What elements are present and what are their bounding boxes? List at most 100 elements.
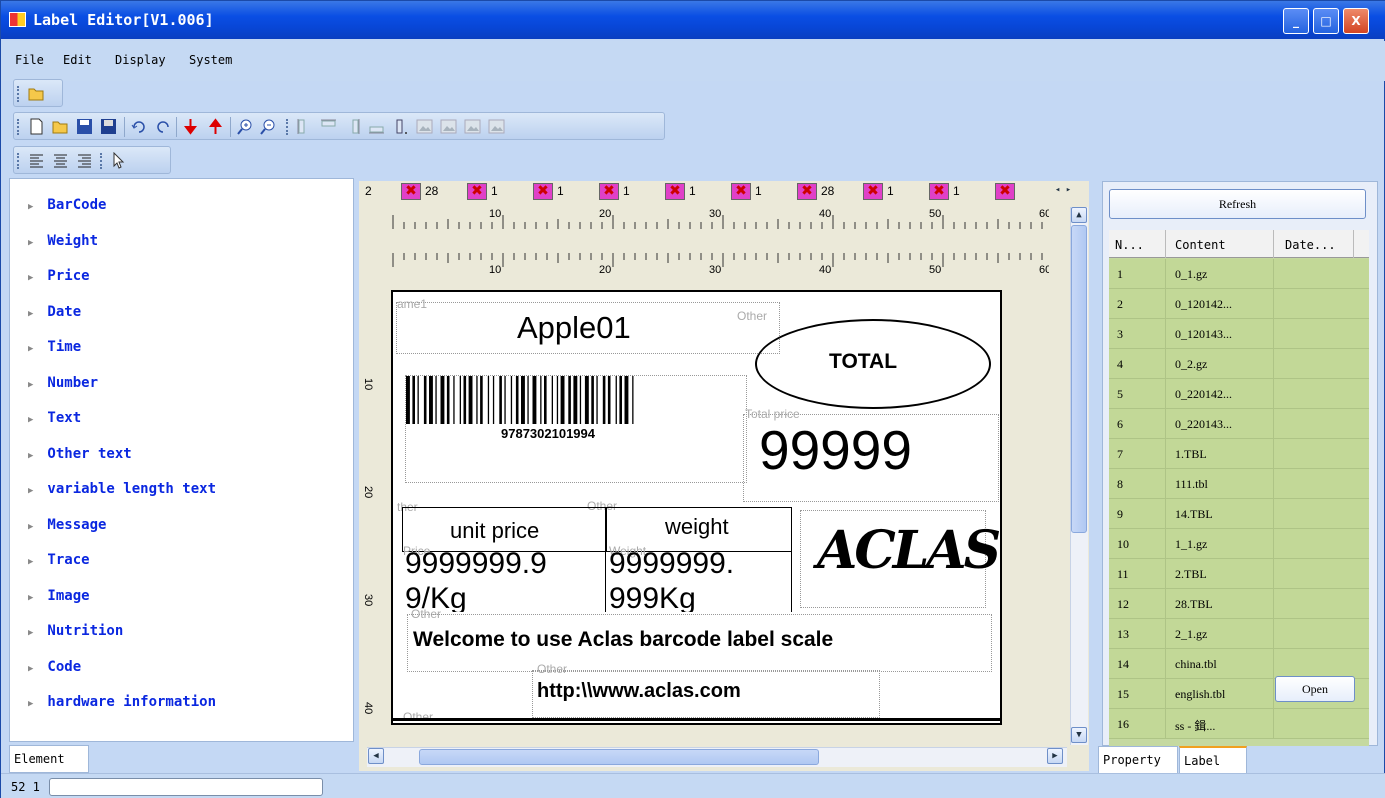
minimize-button[interactable]: _ — [1283, 8, 1309, 34]
expand-arrow-icon[interactable]: ▶ — [28, 202, 33, 212]
expand-arrow-icon[interactable]: ▶ — [28, 238, 33, 248]
close-tab-icon[interactable]: ✖ — [731, 183, 751, 200]
table-row[interactable]: 1 0_1.gz — [1109, 259, 1369, 289]
expand-arrow-icon[interactable]: ▶ — [28, 309, 33, 319]
vscroll-thumb[interactable] — [1071, 225, 1087, 533]
open-folder-icon[interactable] — [52, 118, 69, 135]
tab-element[interactable]: Element — [9, 745, 89, 773]
table-row[interactable]: 4 0_2.gz — [1109, 349, 1369, 379]
close-tab-icon[interactable]: ✖ — [665, 183, 685, 200]
table-row[interactable]: 13 2_1.gz — [1109, 619, 1369, 649]
align-left-icon[interactable] — [296, 118, 313, 135]
element-item[interactable]: ▶ Date — [28, 304, 81, 320]
tab-property[interactable]: Property — [1098, 746, 1178, 774]
new-file-icon[interactable] — [28, 118, 45, 135]
element-item[interactable]: ▶ Text — [28, 410, 81, 426]
label-paper[interactable]: ame1 Apple01 Other TOTAL 9787302101994 T… — [391, 290, 1002, 725]
element-item[interactable]: ▶ Number — [28, 375, 98, 391]
element-item[interactable]: ▶ BarCode — [28, 197, 106, 213]
column-header-content[interactable]: Content — [1175, 238, 1226, 252]
element-item[interactable]: ▶ Weight — [28, 233, 98, 249]
label-tab-number[interactable]: 28 — [425, 184, 438, 198]
text-align-left-icon[interactable] — [28, 152, 45, 169]
label-tab-number[interactable]: 1 — [953, 184, 960, 198]
text-align-right-icon[interactable] — [76, 152, 93, 169]
expand-arrow-icon[interactable]: ▶ — [28, 380, 33, 390]
element-item[interactable]: ▶ variable length text — [28, 481, 216, 497]
table-row[interactable]: 10 1_1.gz — [1109, 529, 1369, 559]
close-button[interactable]: X — [1343, 8, 1369, 34]
menu-display[interactable]: Display — [115, 53, 166, 67]
label-tab-number[interactable]: 1 — [557, 184, 564, 198]
scroll-left-button[interactable]: ◀ — [368, 748, 384, 764]
element-item[interactable]: ▶ Time — [28, 339, 81, 355]
element-item[interactable]: ▶ Price — [28, 268, 90, 284]
table-row[interactable]: 12 28.TBL — [1109, 589, 1369, 619]
expand-arrow-icon[interactable]: ▶ — [28, 344, 33, 354]
label-tab-number[interactable]: 1 — [491, 184, 498, 198]
move-up-icon[interactable] — [207, 118, 224, 135]
title-bar[interactable]: Label Editor[V1.006] _ □ X — [1, 1, 1385, 39]
open-button[interactable]: Open — [1275, 676, 1355, 702]
scroll-down-button[interactable]: ▼ — [1071, 727, 1087, 743]
element-item[interactable]: ▶ Image — [28, 588, 90, 604]
url-text[interactable]: http:\\www.aclas.com — [537, 680, 741, 703]
save-icon[interactable] — [76, 118, 93, 135]
scroll-right-button[interactable]: ▶ — [1047, 748, 1063, 764]
center-horizontal-icon[interactable] — [392, 118, 409, 135]
image-icon[interactable] — [440, 118, 457, 135]
image-icon[interactable] — [416, 118, 433, 135]
scroll-up-button[interactable]: ▲ — [1071, 207, 1087, 223]
expand-arrow-icon[interactable]: ▶ — [28, 699, 33, 709]
table-row[interactable]: 7 1.TBL — [1109, 439, 1369, 469]
element-item[interactable]: ▶ Trace — [28, 552, 90, 568]
close-tab-icon[interactable]: ✖ — [797, 183, 817, 200]
label-tab-number[interactable]: 1 — [623, 184, 630, 198]
align-right-icon[interactable] — [344, 118, 361, 135]
pointer-icon[interactable] — [110, 152, 127, 169]
close-tab-icon[interactable]: ✖ — [995, 183, 1015, 200]
expand-arrow-icon[interactable]: ▶ — [28, 273, 33, 283]
table-row[interactable]: 16 ss - 鍓... — [1109, 709, 1369, 739]
table-row[interactable]: 3 0_120143... — [1109, 319, 1369, 349]
element-item[interactable]: ▶ Other text — [28, 446, 132, 462]
refresh-button[interactable]: Refresh — [1109, 189, 1366, 219]
element-item[interactable]: ▶ Nutrition — [28, 623, 123, 639]
product-name[interactable]: Apple01 — [517, 310, 631, 346]
move-down-icon[interactable] — [182, 118, 199, 135]
total-price-value[interactable]: 99999 — [759, 418, 912, 482]
text-align-center-icon[interactable] — [52, 152, 69, 169]
expand-arrow-icon[interactable]: ▶ — [28, 486, 33, 496]
label-tab-number[interactable]: 28 — [821, 184, 834, 198]
menu-system[interactable]: System — [189, 53, 232, 67]
image-icon[interactable] — [464, 118, 481, 135]
save-as-icon[interactable] — [100, 118, 117, 135]
table-row[interactable]: 6 0_220143... — [1109, 409, 1369, 439]
expand-arrow-icon[interactable]: ▶ — [28, 593, 33, 603]
close-tab-icon[interactable]: ✖ — [863, 183, 883, 200]
table-row[interactable]: 14 china.tbl — [1109, 649, 1369, 679]
zoom-out-icon[interactable] — [260, 118, 277, 135]
menu-edit[interactable]: Edit — [63, 53, 92, 67]
welcome-text[interactable]: Welcome to use Aclas barcode label scale — [413, 628, 833, 652]
expand-arrow-icon[interactable]: ▶ — [28, 628, 33, 638]
tab-label[interactable]: Label — [1179, 746, 1247, 774]
hscroll-thumb[interactable] — [419, 749, 819, 765]
element-item[interactable]: ▶ Message — [28, 517, 106, 533]
align-bottom-icon[interactable] — [368, 118, 385, 135]
expand-arrow-icon[interactable]: ▶ — [28, 415, 33, 425]
close-tab-icon[interactable]: ✖ — [929, 183, 949, 200]
label-tab-number[interactable]: 1 — [689, 184, 696, 198]
table-row[interactable]: 9 14.TBL — [1109, 499, 1369, 529]
maximize-button[interactable]: □ — [1313, 8, 1339, 34]
element-item[interactable]: ▶ hardware information — [28, 694, 216, 710]
expand-arrow-icon[interactable]: ▶ — [28, 664, 33, 674]
table-row[interactable]: 5 0_220142... — [1109, 379, 1369, 409]
label-tab-number[interactable]: 1 — [887, 184, 894, 198]
close-tab-icon[interactable]: ✖ — [599, 183, 619, 200]
close-tab-icon[interactable]: ✖ — [533, 183, 553, 200]
table-row[interactable]: 11 2.TBL — [1109, 559, 1369, 589]
expand-arrow-icon[interactable]: ▶ — [28, 522, 33, 532]
table-row[interactable]: 2 0_120142... — [1109, 289, 1369, 319]
element-item[interactable]: ▶ Code — [28, 659, 81, 675]
